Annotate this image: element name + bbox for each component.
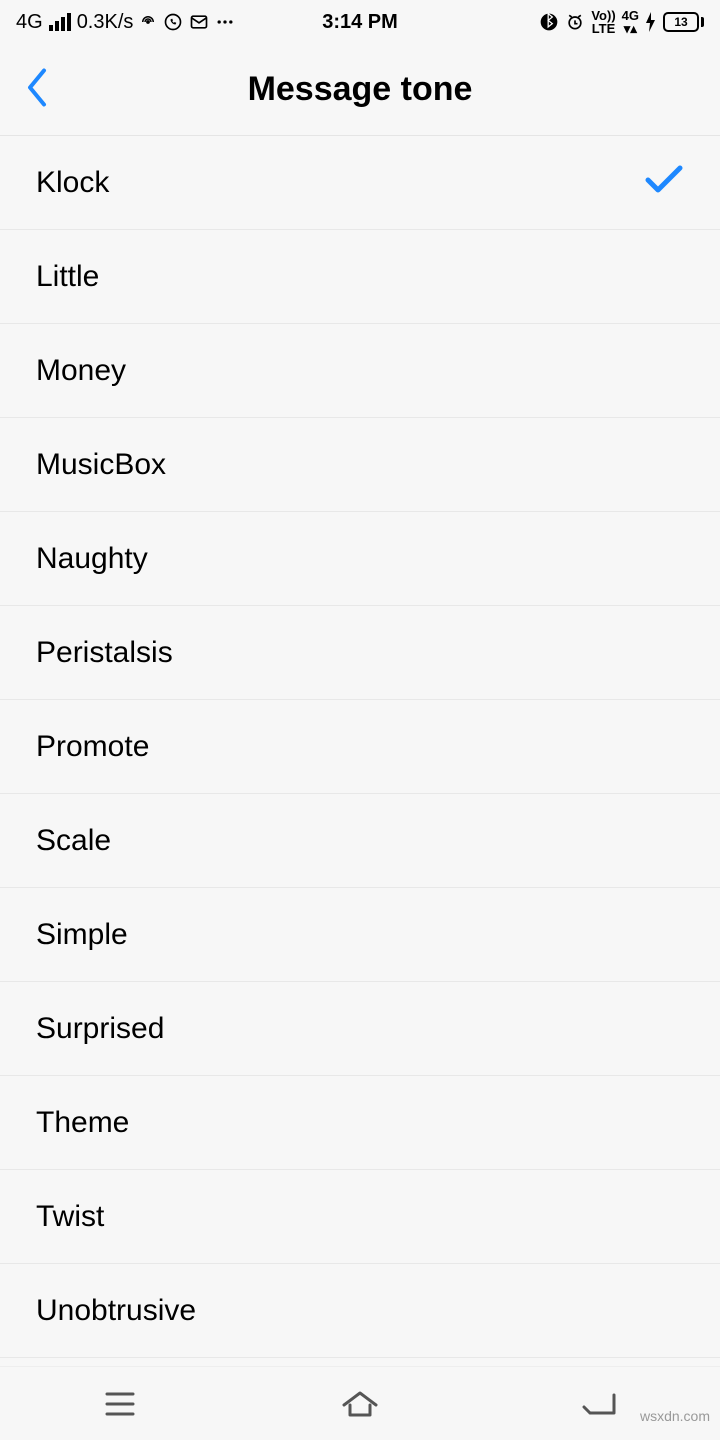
- bluetooth-icon: [539, 12, 559, 32]
- tone-label: Promote: [36, 730, 149, 764]
- system-navbar: [0, 1366, 720, 1440]
- network-type: 4G: [16, 11, 43, 34]
- tone-item[interactable]: Scale: [0, 794, 720, 888]
- data-speed: 0.3K/s: [77, 11, 134, 34]
- alarm-icon: [565, 12, 585, 32]
- tone-label: Peristalsis: [36, 636, 173, 670]
- whatsapp-icon: [163, 12, 183, 32]
- battery-level: 13: [663, 12, 699, 32]
- tone-label: Twist: [36, 1200, 104, 1234]
- battery-icon: 13: [663, 12, 704, 32]
- more-icon: [215, 12, 235, 32]
- hotspot-icon: [139, 13, 157, 31]
- watermark: wsxdn.com: [640, 1408, 710, 1424]
- tone-list[interactable]: Klock Little Money MusicBox Naughty Peristals…: [0, 136, 720, 1358]
- tone-item[interactable]: Theme: [0, 1076, 720, 1170]
- status-right: Vo)) LTE 4G▾▴ 13: [539, 9, 704, 35]
- tone-label: Theme: [36, 1106, 129, 1140]
- back-nav-button[interactable]: [570, 1384, 630, 1424]
- tone-item[interactable]: Promote: [0, 700, 720, 794]
- tone-item[interactable]: Money: [0, 324, 720, 418]
- page-title: Message tone: [248, 70, 473, 109]
- recents-button[interactable]: [90, 1384, 150, 1424]
- tone-item[interactable]: Twist: [0, 1170, 720, 1264]
- tone-label: Naughty: [36, 542, 148, 576]
- signal-icon: [49, 13, 71, 31]
- tone-label: Unobtrusive: [36, 1294, 196, 1328]
- tone-item[interactable]: Unobtrusive: [0, 1264, 720, 1358]
- check-icon: [644, 164, 684, 202]
- tone-label: Simple: [36, 918, 128, 952]
- volte-badge: Vo)) LTE: [591, 9, 615, 35]
- tone-item[interactable]: Little: [0, 230, 720, 324]
- tone-label: Little: [36, 260, 99, 294]
- tone-item[interactable]: MusicBox: [0, 418, 720, 512]
- tone-label: Klock: [36, 166, 109, 200]
- tone-label: Scale: [36, 824, 111, 858]
- page-header: Message tone: [0, 44, 720, 136]
- tone-label: MusicBox: [36, 448, 166, 482]
- status-time: 3:14 PM: [322, 11, 398, 34]
- net-badge: 4G▾▴: [622, 9, 639, 35]
- tone-item[interactable]: Peristalsis: [0, 606, 720, 700]
- status-left: 4G 0.3K/s: [16, 11, 235, 34]
- charging-icon: [645, 12, 657, 32]
- tone-item[interactable]: Simple: [0, 888, 720, 982]
- back-button[interactable]: [24, 66, 50, 113]
- tone-item[interactable]: Naughty: [0, 512, 720, 606]
- tone-label: Surprised: [36, 1012, 164, 1046]
- status-bar: 4G 0.3K/s 3:14 PM Vo)) LTE 4G▾▴ 13: [0, 0, 720, 44]
- tone-label: Money: [36, 354, 126, 388]
- tone-item[interactable]: Surprised: [0, 982, 720, 1076]
- tone-item[interactable]: Klock: [0, 136, 720, 230]
- home-button[interactable]: [330, 1384, 390, 1424]
- mail-icon: [189, 12, 209, 32]
